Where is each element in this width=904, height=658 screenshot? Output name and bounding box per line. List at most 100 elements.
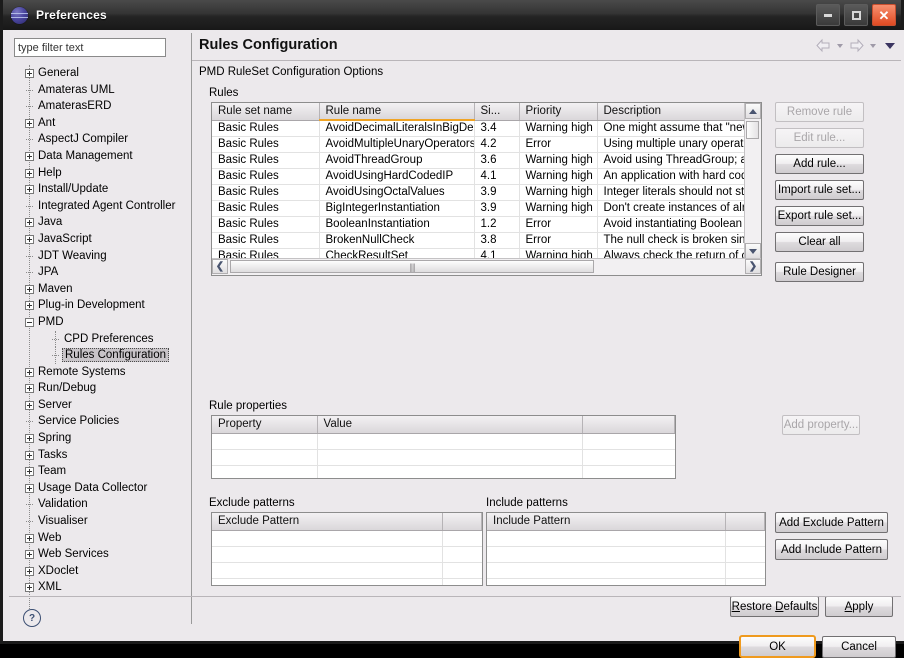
sidebar-item-team[interactable]: Team [9, 463, 191, 480]
expand-icon[interactable] [25, 169, 34, 178]
table-row[interactable]: Basic RulesAvoidMultipleUnaryOperators4.… [212, 136, 745, 152]
table-row[interactable] [212, 465, 675, 479]
table-row[interactable]: Basic RulesAvoidThreadGroup3.6Warning hi… [212, 152, 745, 168]
expand-icon[interactable] [25, 119, 34, 128]
column-header[interactable] [442, 513, 482, 530]
expand-icon[interactable] [25, 451, 34, 460]
back-arrow-icon[interactable] [815, 38, 832, 53]
rules-vertical-scrollbar[interactable] [744, 103, 761, 259]
expand-icon[interactable] [25, 484, 34, 493]
remove-rule-button[interactable]: Remove rule [775, 102, 864, 122]
sidebar-item-visualiser[interactable]: Visualiser [9, 513, 191, 530]
collapse-icon[interactable] [25, 318, 34, 327]
rule-properties-table[interactable]: PropertyValue [211, 415, 676, 479]
cancel-button[interactable]: Cancel [822, 636, 896, 658]
sidebar-item-service-policies[interactable]: Service Policies [9, 413, 191, 430]
expand-icon[interactable] [25, 301, 34, 310]
column-header[interactable]: Priority [519, 103, 597, 120]
ok-button[interactable]: OK [739, 635, 816, 658]
expand-icon[interactable] [25, 534, 34, 543]
forward-dropdown-caret-icon[interactable] [870, 44, 876, 48]
close-button[interactable]: ✕ [872, 4, 896, 26]
sidebar-item-rules-configuration[interactable]: Rules Configuration [9, 347, 191, 364]
expand-icon[interactable] [25, 401, 34, 410]
sidebar-item-general[interactable]: General [9, 65, 191, 82]
view-menu-caret-icon[interactable] [885, 43, 895, 49]
table-row[interactable]: Basic RulesBrokenNullCheck3.8ErrorThe nu… [212, 232, 745, 248]
add-exclude-pattern-button[interactable]: Add Exclude Pattern [775, 512, 888, 533]
sidebar-item-jdt-weaving[interactable]: JDT Weaving [9, 248, 191, 265]
expand-icon[interactable] [25, 235, 34, 244]
scroll-up-button[interactable] [745, 103, 761, 119]
sidebar-item-run-debug[interactable]: Run/Debug [9, 380, 191, 397]
table-row[interactable] [487, 546, 765, 562]
scroll-down-button[interactable] [745, 243, 761, 259]
add-property-button[interactable]: Add property... [782, 415, 860, 435]
column-header[interactable]: Value [317, 416, 582, 433]
back-dropdown-caret-icon[interactable] [837, 44, 843, 48]
expand-icon[interactable] [25, 368, 34, 377]
column-header[interactable]: Property [212, 416, 317, 433]
expand-icon[interactable] [25, 185, 34, 194]
hscroll-thumb[interactable]: |||| [230, 260, 594, 273]
expand-icon[interactable] [25, 567, 34, 576]
sidebar-item-xml[interactable]: XML [9, 579, 191, 596]
sidebar-item-help[interactable]: Help [9, 165, 191, 182]
sidebar-item-validation[interactable]: Validation [9, 496, 191, 513]
table-row[interactable] [212, 546, 482, 562]
expand-icon[interactable] [25, 218, 34, 227]
sidebar-item-aspectj-compiler[interactable]: AspectJ Compiler [9, 131, 191, 148]
export-rule-set-button[interactable]: Export rule set... [775, 206, 864, 226]
expand-icon[interactable] [25, 550, 34, 559]
table-row[interactable]: Basic RulesAvoidUsingHardCodedIP4.1Warni… [212, 168, 745, 184]
expand-icon[interactable] [25, 384, 34, 393]
sidebar-item-web[interactable]: Web [9, 530, 191, 547]
sidebar-item-plug-in-development[interactable]: Plug-in Development [9, 297, 191, 314]
forward-arrow-icon[interactable] [848, 38, 865, 53]
expand-icon[interactable] [25, 583, 34, 592]
import-rule-set-button[interactable]: Import rule set... [775, 180, 864, 200]
sidebar-item-cpd-preferences[interactable]: CPD Preferences [9, 331, 191, 348]
sidebar-item-xdoclet[interactable]: XDoclet [9, 563, 191, 580]
sidebar-item-javascript[interactable]: JavaScript [9, 231, 191, 248]
sidebar-item-amateras-uml[interactable]: Amateras UML [9, 82, 191, 99]
include-patterns-table[interactable]: Include Pattern [486, 512, 766, 586]
vscroll-thumb[interactable] [746, 121, 759, 139]
table-row[interactable] [212, 449, 675, 465]
sidebar-item-ant[interactable]: Ant [9, 115, 191, 132]
scroll-left-button[interactable]: ❮ [212, 259, 228, 274]
column-header[interactable]: Rule name [319, 103, 474, 120]
table-row[interactable] [212, 433, 675, 449]
table-row[interactable] [212, 562, 482, 578]
sidebar-item-maven[interactable]: Maven [9, 281, 191, 298]
column-header[interactable]: Include Pattern [487, 513, 725, 530]
table-row[interactable]: Basic RulesAvoidDecimalLiteralsInBigDeci… [212, 120, 745, 136]
rule-designer-button[interactable]: Rule Designer [775, 262, 864, 282]
table-row[interactable] [212, 530, 482, 546]
minimize-button[interactable] [816, 4, 840, 26]
expand-icon[interactable] [25, 69, 34, 78]
sidebar-item-java[interactable]: Java [9, 214, 191, 231]
add-include-pattern-button[interactable]: Add Include Pattern [775, 539, 888, 560]
expand-icon[interactable] [25, 152, 34, 161]
expand-icon[interactable] [25, 434, 34, 443]
table-row[interactable]: Basic RulesBigIntegerInstantiation3.9War… [212, 200, 745, 216]
column-header[interactable] [582, 416, 675, 433]
rules-horizontal-scrollbar[interactable]: ❮ |||| ❯ [212, 258, 761, 275]
column-header[interactable]: Rule set name [212, 103, 319, 120]
help-question-icon[interactable]: ? [23, 609, 41, 627]
edit-rule-button[interactable]: Edit rule... [775, 128, 864, 148]
sidebar-item-integrated-agent-controller[interactable]: Integrated Agent Controller [9, 198, 191, 215]
table-row[interactable] [487, 530, 765, 546]
table-row[interactable]: Basic RulesBooleanInstantiation1.2ErrorA… [212, 216, 745, 232]
sidebar-item-install-update[interactable]: Install/Update [9, 181, 191, 198]
sidebar-item-web-services[interactable]: Web Services [9, 546, 191, 563]
table-row[interactable]: Basic RulesAvoidUsingOctalValues3.9Warni… [212, 184, 745, 200]
clear-all-button[interactable]: Clear all [775, 232, 864, 252]
sidebar-item-remote-systems[interactable]: Remote Systems [9, 364, 191, 381]
table-row[interactable] [487, 578, 765, 586]
column-header[interactable]: Si... [474, 103, 519, 120]
sidebar-item-server[interactable]: Server [9, 397, 191, 414]
restore-defaults-button[interactable]: Restore Defaults [730, 596, 819, 617]
search-input[interactable] [14, 38, 166, 57]
